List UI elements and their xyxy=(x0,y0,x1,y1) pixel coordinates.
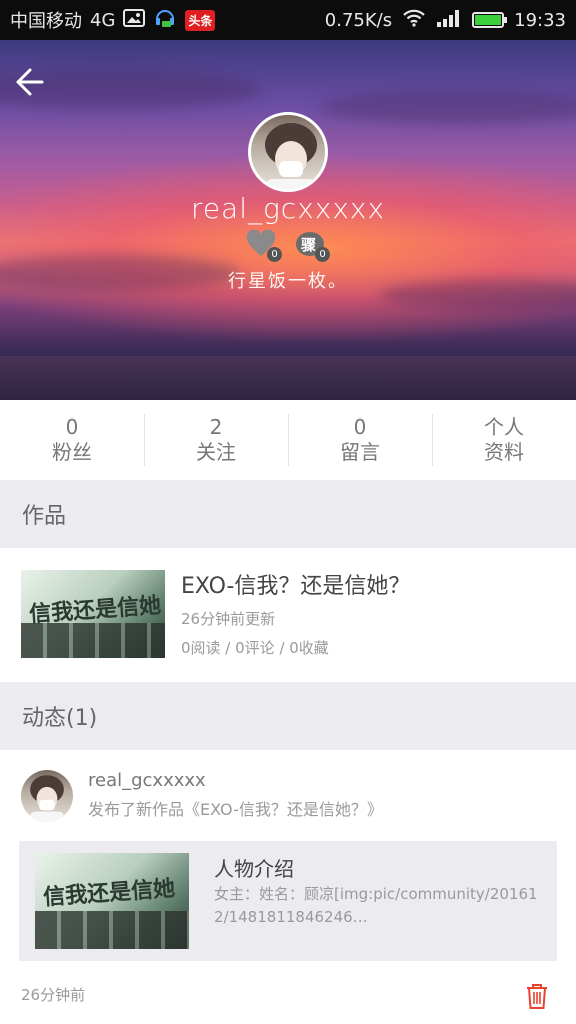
status-bar: 中国移动 4G 头条 0.75K/s 19:33 xyxy=(0,0,576,40)
stat-value: 0 xyxy=(353,415,367,439)
work-updated-time: 26分钟前更新 xyxy=(181,610,276,628)
stat-profile-info[interactable]: 个人 资料 xyxy=(432,400,576,480)
avatar-photo-icon xyxy=(30,775,64,822)
work-stats: 0阅读 / 0评论 / 0收藏 xyxy=(181,639,329,657)
stat-value: 个人 xyxy=(484,415,524,439)
stat-label: 留言 xyxy=(340,440,380,464)
stat-following[interactable]: 2 关注 xyxy=(144,400,288,480)
cloud-decoration xyxy=(320,90,576,124)
likes-count: 0 xyxy=(267,247,282,262)
profile-badges: 0 骤 0 xyxy=(246,229,330,262)
feed-work-card[interactable]: 信我还是信她 人物介绍 女主：姓名：顾凉[img:pic/community/2… xyxy=(19,841,557,961)
profile-stats: 0 粉丝 2 关注 0 留言 个人 资料 xyxy=(0,400,576,480)
profile-tagline: 行星饭一枚。 xyxy=(228,271,348,292)
feed-list-item: real_gcxxxxx 发布了新作品《EXO-信我？还是信她？》 信我还是信她… xyxy=(0,750,576,1024)
feed-timestamp: 26分钟前 xyxy=(21,986,86,1004)
gallery-icon xyxy=(123,8,146,33)
medal-badge[interactable]: 骤 0 xyxy=(294,230,330,262)
cover-faces-decoration xyxy=(21,622,165,658)
works-section-title: 作品 xyxy=(22,504,67,529)
feed-card-cover-text: 信我还是信她 xyxy=(42,876,176,911)
medal-count: 0 xyxy=(315,247,330,262)
trash-icon xyxy=(527,984,547,1009)
profile-username: real_gcxxxxx xyxy=(190,192,386,225)
cover-faces-decoration xyxy=(35,910,189,949)
stat-label: 粉丝 xyxy=(52,440,92,464)
feed-section-title: 动态(1) xyxy=(22,706,98,731)
feed-username[interactable]: real_gcxxxxx xyxy=(88,770,206,791)
avatar-photo-icon xyxy=(265,123,317,189)
work-title: EXO-信我？还是信她？ xyxy=(181,574,411,599)
avatar[interactable] xyxy=(248,112,328,192)
feed-card-title: 人物介绍 xyxy=(214,857,294,881)
battery-icon xyxy=(472,12,508,28)
feed-section-header: 动态(1) xyxy=(0,682,576,750)
back-arrow-icon xyxy=(16,68,44,96)
stat-value: 2 xyxy=(209,415,223,439)
work-list-item[interactable]: 信我还是信她 EXO-信我？还是信她？ 26分钟前更新 0阅读 / 0评论 / … xyxy=(0,548,576,680)
stat-fans[interactable]: 0 粉丝 xyxy=(0,400,144,480)
feed-action-text: 发布了新作品《EXO-信我？还是信她？》 xyxy=(88,800,383,819)
wifi-icon xyxy=(402,9,426,32)
delete-button[interactable] xyxy=(522,981,552,1011)
profile-header: real_gcxxxxx 0 骤 0 行星饭一枚。 xyxy=(0,40,576,400)
stat-messages[interactable]: 0 留言 xyxy=(288,400,432,480)
works-section-header: 作品 xyxy=(0,480,576,548)
signal-icon xyxy=(436,9,462,32)
feed-card-cover-image: 信我还是信她 xyxy=(35,853,189,949)
news-app-badge-icon: 头条 xyxy=(185,9,216,31)
status-right: 0.75K/s 19:33 xyxy=(325,9,566,32)
network-speed-label: 0.75K/s xyxy=(324,9,393,31)
work-cover-image: 信我还是信她 xyxy=(21,570,165,658)
stat-label: 关注 xyxy=(196,440,236,464)
status-left: 中国移动 4G 头条 xyxy=(10,6,216,35)
feed-avatar[interactable] xyxy=(21,770,73,822)
back-button[interactable] xyxy=(12,62,52,102)
headset-chat-icon xyxy=(153,6,177,35)
feed-card-description: 女主：姓名：顾凉[img:pic/community/201612/148181… xyxy=(214,885,538,926)
likes-badge[interactable]: 0 xyxy=(246,229,282,262)
clock-label: 19:33 xyxy=(514,9,566,31)
network-type-label: 4G xyxy=(90,9,116,31)
medal-glyph: 骤 xyxy=(301,236,317,254)
sea-decoration xyxy=(0,356,576,400)
stat-value: 0 xyxy=(65,415,79,439)
carrier-label: 中国移动 xyxy=(10,11,82,32)
stat-label: 资料 xyxy=(484,440,524,464)
